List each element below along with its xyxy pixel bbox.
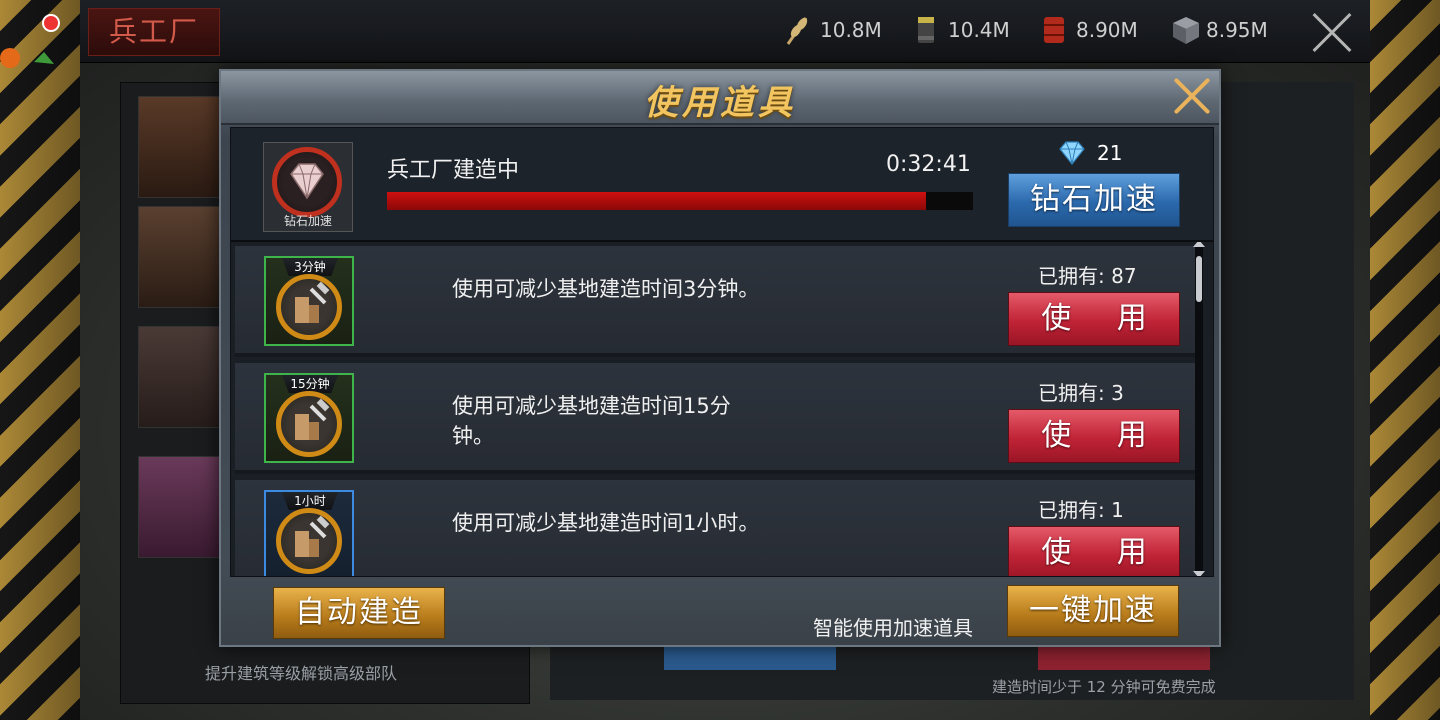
diamond-icon — [290, 163, 324, 200]
item-description: 使用可减少基地建造时间3分钟。 — [452, 277, 760, 301]
build-status-row: 钻石加速 兵工厂建造中 0:32:41 21 钻石加速 — [231, 128, 1213, 242]
diamond-ring — [272, 147, 342, 217]
list-item: 3分钟 使用可减少基地建造时间3分钟。 已拥有: 87 使 用 — [235, 246, 1197, 357]
dialog-title: 使用道具 — [644, 83, 796, 123]
resource-steel: 8.95M — [1170, 14, 1268, 46]
diamond-item-label: 钻石加速 — [283, 214, 332, 228]
speedup-item-icon: 15分钟 — [264, 373, 354, 463]
build-timer: 0:32:41 — [886, 152, 971, 177]
wheat-icon — [784, 14, 812, 46]
item-description: 使用可减少基地建造时间1小时。 — [452, 511, 760, 535]
resource-oil: 10.4M — [912, 14, 1010, 46]
unlock-hint: 提升建筑等级解锁高级部队 — [205, 664, 398, 683]
hero-portrait[interactable] — [138, 206, 220, 308]
gem-cost: 21 — [1057, 140, 1122, 166]
item-owned-count: 已拥有: 3 — [1038, 381, 1124, 405]
hero-portrait[interactable] — [138, 96, 220, 198]
resource-value: 10.8M — [820, 18, 882, 42]
auto-build-button[interactable]: 自动建造 — [273, 587, 445, 639]
gem-cost-value: 21 — [1097, 141, 1123, 165]
smart-use-label: 智能使用加速道具 — [813, 616, 973, 640]
page-title: 兵工厂 — [88, 8, 220, 56]
resource-value: 10.4M — [948, 18, 1010, 42]
list-scrollbar[interactable] — [1193, 242, 1205, 576]
close-icon[interactable] — [1171, 75, 1213, 117]
item-description: 使用可减少基地建造时间15分钟。 — [452, 394, 731, 448]
build-progress-fill — [387, 192, 927, 210]
diamond-speedup-item: 钻石加速 — [263, 142, 353, 232]
build-name: 兵工厂建造中 — [387, 158, 520, 183]
item-owned-count: 已拥有: 87 — [1038, 264, 1137, 288]
resource-wheat: 10.8M — [784, 14, 882, 46]
hero-portrait-locked[interactable] — [138, 326, 220, 428]
resource-value: 8.90M — [1076, 18, 1138, 42]
resource-fuel: 8.90M — [1040, 14, 1138, 46]
speedup-item-icon: 1小时 — [264, 490, 354, 576]
item-owned-count: 已拥有: 1 — [1038, 498, 1124, 522]
steel-cube-icon — [1170, 14, 1199, 46]
dialog-content: 钻石加速 兵工厂建造中 0:32:41 21 钻石加速 3分钟 使用可减少基地建… — [230, 127, 1214, 577]
hazard-stripes-left — [0, 0, 80, 720]
gem-icon — [1059, 141, 1085, 165]
free-finish-hint: 建造时间少于 12 分钟可免费完成 — [992, 678, 1216, 696]
list-item: 1小时 使用可减少基地建造时间1小时。 已拥有: 1 使 用 — [235, 480, 1197, 576]
fuel-drum-icon — [1040, 14, 1068, 46]
dialog-header: 使用道具 — [221, 71, 1219, 125]
scroll-thumb[interactable] — [1196, 256, 1202, 302]
build-progress-bar — [387, 192, 973, 210]
hammer-building-icon — [276, 274, 342, 340]
hero-portrait-locked[interactable] — [138, 456, 220, 558]
hammer-building-icon — [276, 508, 342, 574]
resource-value: 8.95M — [1206, 18, 1268, 42]
quick-speedup-button[interactable]: 一键加速 — [1007, 585, 1179, 637]
hammer-building-icon — [276, 391, 342, 457]
close-page-icon[interactable] — [1310, 10, 1354, 54]
list-item: 15分钟 使用可减少基地建造时间15分钟。 已拥有: 3 使 用 — [235, 363, 1197, 474]
scroll-down-icon[interactable] — [1193, 571, 1205, 576]
scroll-up-icon[interactable] — [1193, 242, 1205, 247]
use-item-button[interactable]: 使 用 — [1008, 409, 1180, 463]
use-item-button[interactable]: 使 用 — [1008, 526, 1180, 576]
record-indicator-icon — [42, 14, 60, 32]
oil-barrel-icon — [912, 14, 940, 46]
speedup-item-list: 3分钟 使用可减少基地建造时间3分钟。 已拥有: 87 使 用 15分钟 使用可… — [231, 242, 1213, 576]
use-item-dialog: 使用道具 钻石加速 兵工厂建造中 0:32:41 21 钻石加速 3分钟 使用可… — [219, 69, 1221, 647]
hazard-stripes-right — [1370, 0, 1440, 720]
use-item-button[interactable]: 使 用 — [1008, 292, 1180, 346]
speedup-item-icon: 3分钟 — [264, 256, 354, 346]
diamond-speedup-button[interactable]: 钻石加速 — [1008, 173, 1180, 227]
